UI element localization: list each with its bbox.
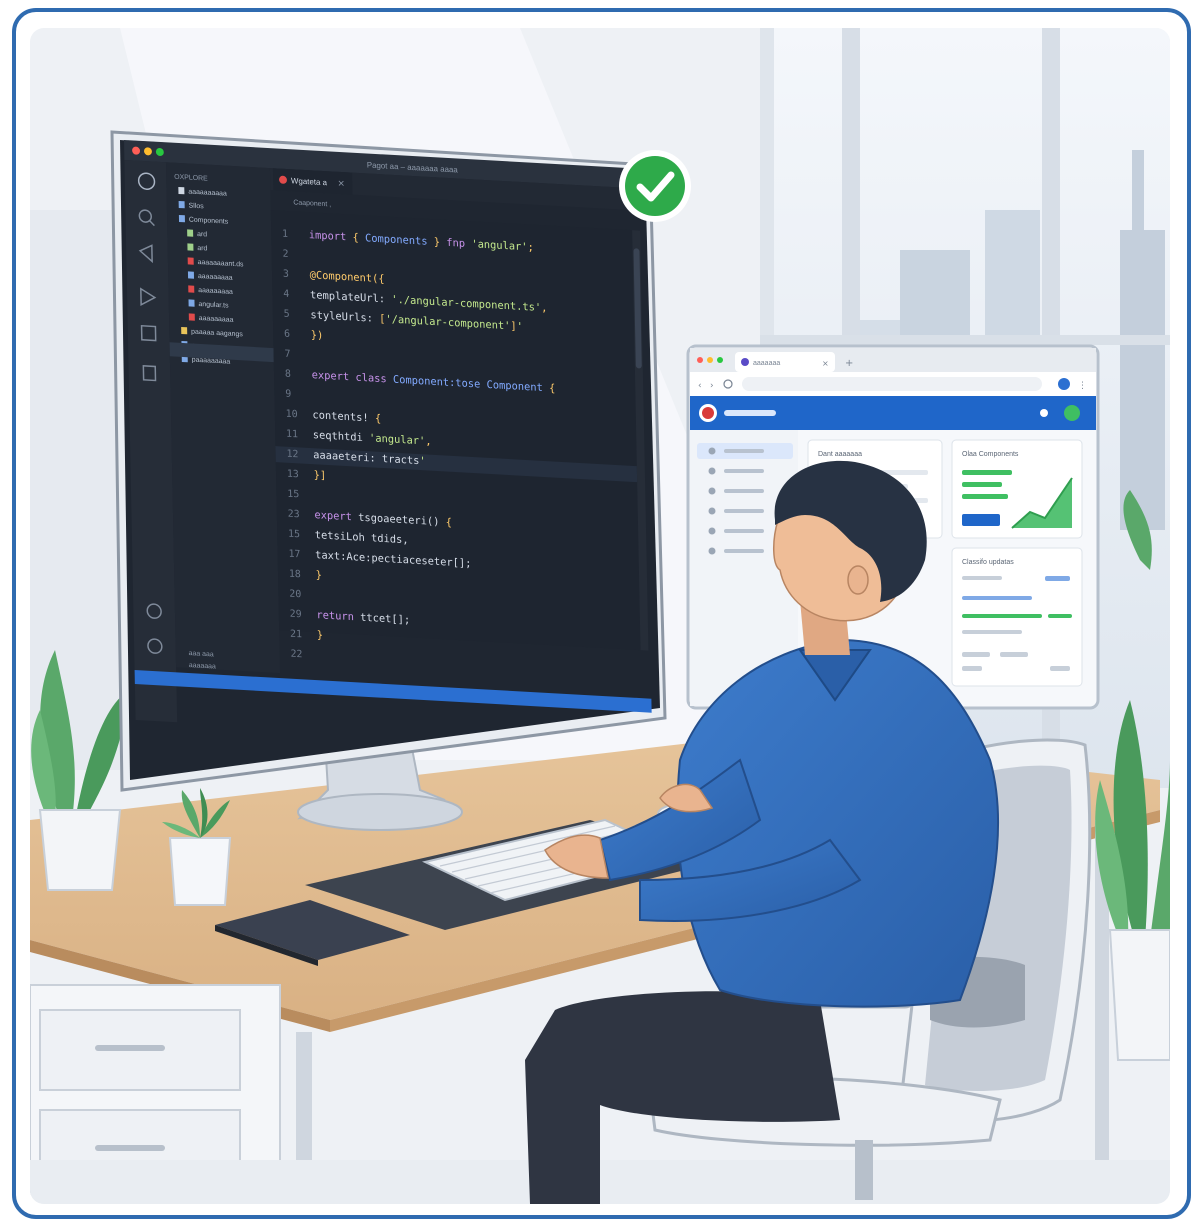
file-icon	[187, 257, 194, 265]
app-logo-icon	[702, 407, 714, 419]
file-icon	[178, 186, 185, 195]
browser-tab-label: aaaaaaa	[753, 360, 780, 367]
card-components-button[interactable]	[962, 514, 1000, 526]
timeline-item[interactable]: aaaaaaa	[189, 662, 216, 671]
file-tree-label: ard	[197, 231, 207, 239]
back-icon[interactable]: ‹	[698, 381, 702, 391]
file-icon	[188, 285, 195, 293]
line-number: 9	[285, 389, 291, 400]
sidenav-icon	[708, 467, 716, 475]
line-number: 21	[290, 629, 302, 641]
card-recent-title: Dant aaaaaaa	[818, 451, 862, 458]
sidenav-label	[724, 509, 764, 513]
card-components-title: Olaa Components	[962, 451, 1019, 458]
file-tree-label: ard	[197, 245, 207, 253]
line-number: 2	[282, 249, 288, 260]
check-circle-icon	[619, 150, 691, 222]
sidenav-item[interactable]	[697, 443, 793, 459]
line-number: 11	[286, 429, 298, 441]
forward-icon[interactable]: ›	[710, 381, 714, 391]
file-icon	[188, 299, 195, 307]
file-icon	[187, 229, 194, 237]
code-line: })	[311, 329, 324, 342]
sidenav-icon	[708, 527, 716, 535]
new-tab-icon[interactable]: +	[845, 358, 853, 369]
file-icon	[187, 243, 194, 251]
file-icon	[187, 271, 195, 279]
line-number: 13	[287, 469, 299, 481]
app-title	[724, 410, 776, 416]
code-line: }	[316, 569, 323, 581]
sidenav-icon	[708, 507, 716, 515]
sidenav-label	[724, 469, 764, 473]
line-number: 22	[290, 649, 302, 661]
browser-menu-icon[interactable]: ⋮	[1078, 381, 1087, 391]
line-number: 17	[288, 549, 300, 561]
file-tree-label: Sllos	[189, 202, 205, 210]
sidenav-icon	[708, 547, 716, 555]
file-icon	[178, 214, 185, 223]
card-updates-title: Classifo updatas	[962, 559, 1014, 566]
line-number: 18	[289, 569, 301, 581]
line-number: 4	[283, 289, 289, 300]
line-number: 23	[288, 509, 300, 521]
site-favicon-icon	[741, 358, 749, 366]
line-number: 3	[283, 269, 289, 280]
line-number: 10	[286, 409, 298, 421]
file-icon	[178, 200, 185, 209]
file-icon	[188, 313, 195, 321]
sidenav-icon	[708, 447, 716, 455]
url-bar[interactable]	[742, 377, 1042, 391]
sidenav-label	[724, 489, 764, 493]
line-number: 8	[285, 369, 291, 380]
notification-icon[interactable]	[1040, 409, 1048, 417]
browser-tab-close-icon[interactable]: ×	[822, 359, 829, 368]
code-line: }	[317, 629, 324, 641]
line-number: 1	[282, 229, 288, 240]
sidenav-label	[724, 549, 764, 553]
profile-icon[interactable]	[1058, 378, 1070, 390]
file-icon	[181, 326, 188, 335]
tab-close-icon[interactable]: ×	[337, 179, 345, 189]
sidenav-label	[724, 529, 764, 533]
browser-tab[interactable]	[735, 352, 835, 372]
sidenav-icon	[708, 487, 716, 495]
line-number: 15	[288, 529, 300, 541]
line-number: 6	[284, 329, 290, 340]
avatar[interactable]	[1064, 405, 1080, 421]
line-number: 29	[290, 609, 302, 621]
outline-item[interactable]: aaa aaa	[189, 650, 214, 658]
line-number: 20	[289, 589, 301, 601]
explorer-panel	[165, 162, 281, 674]
line-number: 15	[287, 489, 299, 501]
line-number: 12	[286, 449, 298, 461]
sidenav-label	[724, 449, 764, 453]
line-number: 7	[284, 349, 290, 360]
code-line: }]	[314, 469, 327, 482]
line-number: 5	[284, 309, 290, 320]
illustration: Pagot aa – aaaaaaa aaaa OXPLORE aaaaaaaa…	[12, 8, 1191, 1219]
